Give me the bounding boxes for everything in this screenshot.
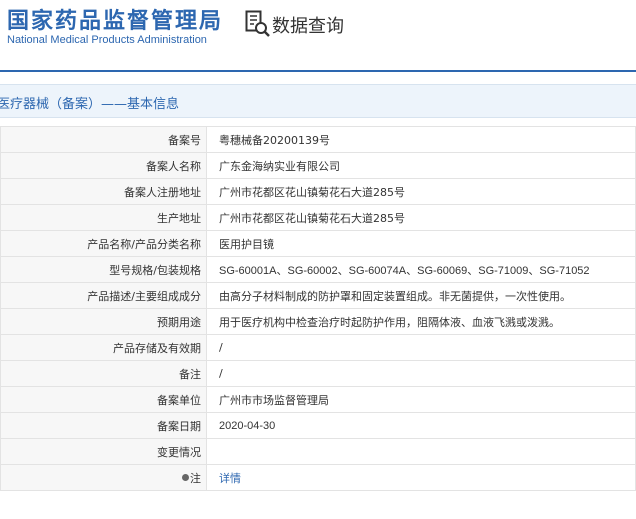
table-row: 变更情况 <box>0 438 636 465</box>
table-row: 备案人注册地址 广州市花都区花山镇菊花石大道285号 <box>0 178 636 205</box>
row-label-registrant-name: 备案人名称 <box>0 152 207 179</box>
document-search-icon <box>245 10 270 37</box>
row-value-note: 详情 <box>206 464 636 491</box>
table-row: 产品名称/产品分类名称 医用护目镜 <box>0 230 636 257</box>
table-row: 备案单位 广州市市场监督管理局 <box>0 386 636 413</box>
info-table: 备案号 粤穗械备20200139号 备案人名称 广东金海纳实业有限公司 备案人注… <box>0 126 636 491</box>
row-value-storage-validity: / <box>206 334 636 361</box>
table-row: 备注 / <box>0 360 636 387</box>
row-value-registrant-address: 广州市花都区花山镇菊花石大道285号 <box>206 178 636 205</box>
table-row: 备案日期 2020-04-30 <box>0 412 636 439</box>
row-label-model-spec: 型号规格/包装规格 <box>0 256 207 283</box>
row-value-registrant-name: 广东金海纳实业有限公司 <box>206 152 636 179</box>
row-value-product-name: 医用护目镜 <box>206 230 636 257</box>
row-label-filing-date: 备案日期 <box>0 412 207 439</box>
row-value-change-status <box>206 438 636 465</box>
logo-chinese[interactable]: 国家药品监督管理局 <box>7 3 223 35</box>
note-label-text: 注 <box>190 471 201 485</box>
table-row: 产品存储及有效期 / <box>0 334 636 361</box>
section-title: 医疗器械（备案）——基本信息 <box>0 97 180 112</box>
dot-icon <box>182 474 189 481</box>
row-value-filing-unit: 广州市市场监督管理局 <box>206 386 636 413</box>
table-row: 预期用途 用于医疗机构中检查治疗时起防护作用，阻隔体液、血液飞溅或泼溅。 <box>0 308 636 335</box>
row-label-remarks: 备注 <box>0 360 207 387</box>
table-row: 生产地址 广州市花都区花山镇菊花石大道285号 <box>0 204 636 231</box>
data-query-title[interactable]: 数据查询 <box>272 12 344 38</box>
site-header: 国家药品监督管理局 National Medical Products Admi… <box>0 0 636 70</box>
row-value-product-description: 由高分子材料制成的防护罩和固定装置组成。非无菌提供，一次性使用。 <box>206 282 636 309</box>
header-divider <box>0 70 636 72</box>
table-row: 型号规格/包装规格 SG-60001A、SG-60002、SG-60074A、S… <box>0 256 636 283</box>
row-label-change-status: 变更情况 <box>0 438 207 465</box>
logo-english[interactable]: National Medical Products Administration <box>7 34 207 46</box>
row-label-production-address: 生产地址 <box>0 204 207 231</box>
row-value-intended-use: 用于医疗机构中检查治疗时起防护作用，阻隔体液、血液飞溅或泼溅。 <box>206 308 636 335</box>
row-label-filing-unit: 备案单位 <box>0 386 207 413</box>
table-row: 产品描述/主要组成成分 由高分子材料制成的防护罩和固定装置组成。非无菌提供，一次… <box>0 282 636 309</box>
table-row: 注 详情 <box>0 464 636 491</box>
row-label-product-description: 产品描述/主要组成成分 <box>0 282 207 309</box>
details-link[interactable]: 详情 <box>219 472 241 485</box>
row-label-record-number: 备案号 <box>0 126 207 153</box>
row-value-record-number: 粤穗械备20200139号 <box>206 126 636 153</box>
row-label-registrant-address: 备案人注册地址 <box>0 178 207 205</box>
row-value-remarks: / <box>206 360 636 387</box>
row-label-storage-validity: 产品存储及有效期 <box>0 334 207 361</box>
table-row: 备案号 粤穗械备20200139号 <box>0 126 636 153</box>
section-header: 医疗器械（备案）——基本信息 <box>0 84 636 118</box>
row-label-product-name: 产品名称/产品分类名称 <box>0 230 207 257</box>
row-label-intended-use: 预期用途 <box>0 308 207 335</box>
row-value-filing-date: 2020-04-30 <box>206 412 636 439</box>
row-value-model-spec: SG-60001A、SG-60002、SG-60074A、SG-60069、SG… <box>206 256 636 283</box>
table-row: 备案人名称 广东金海纳实业有限公司 <box>0 152 636 179</box>
row-value-production-address: 广州市花都区花山镇菊花石大道285号 <box>206 204 636 231</box>
row-label-note: 注 <box>0 464 207 491</box>
